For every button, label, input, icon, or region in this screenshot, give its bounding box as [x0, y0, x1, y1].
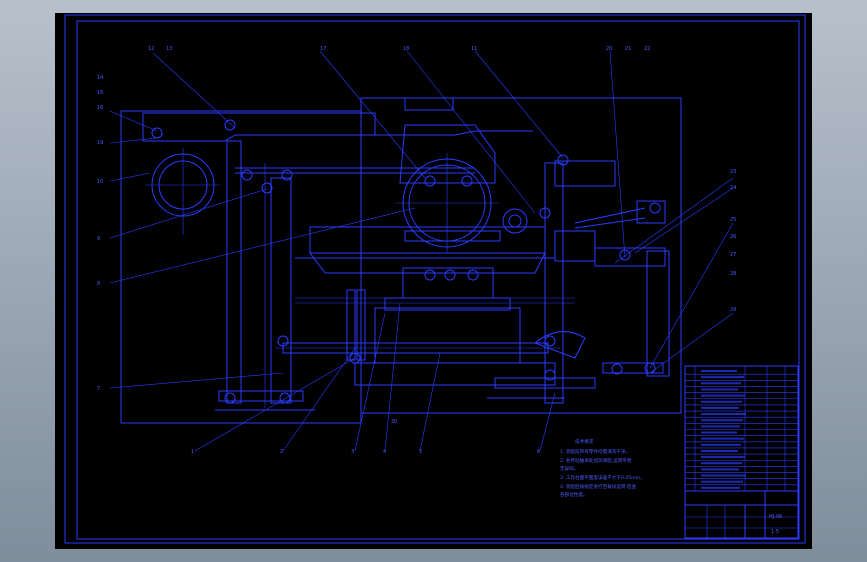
svg-text:18: 18 [403, 46, 409, 52]
parts-list-table: HJ-06 1:5 [684, 365, 799, 539]
svg-text:27: 27 [730, 252, 736, 258]
parts-row-text [701, 456, 745, 459]
parts-row-text [701, 406, 739, 409]
parts-row-text [701, 400, 742, 403]
svg-text:22: 22 [644, 46, 650, 52]
svg-text:30: 30 [391, 419, 397, 425]
parts-row-text [701, 449, 738, 452]
parts-row-text [701, 382, 741, 385]
parts-row-text [701, 480, 743, 483]
svg-text:19: 19 [97, 140, 103, 146]
svg-text:1: 1 [191, 449, 194, 455]
svg-text:28: 28 [730, 271, 736, 277]
svg-text:12: 12 [148, 46, 154, 52]
svg-text:4: 4 [383, 449, 386, 455]
drawing-number: HJ-06 [769, 514, 782, 520]
svg-text:10: 10 [97, 179, 103, 185]
svg-text:3. 工作台面平面度误差不大于0.05mm。: 3. 工作台面平面度误差不大于0.05mm。 [560, 474, 645, 481]
parts-row-text [701, 437, 744, 440]
svg-text:26: 26 [730, 234, 736, 240]
svg-text:8: 8 [97, 281, 100, 287]
outer-frame [64, 14, 806, 544]
svg-text:16: 16 [97, 105, 103, 111]
balloon-labels: 12 13 17 18 11 20 21 22 14 15 16 19 10 9… [97, 46, 736, 455]
svg-text:25: 25 [730, 217, 736, 223]
technical-notes: 技术要求 1. 装配前所有零件均需清洗干净。 2. 各传动轴承处加润滑脂,运转平… [560, 438, 645, 498]
parts-row-text [701, 370, 737, 372]
parts-row-text [701, 376, 744, 379]
assembly-drawing: 12 13 17 18 11 20 21 22 14 15 16 19 10 9… [64, 14, 806, 544]
parts-row-text [701, 462, 742, 465]
svg-text:29: 29 [730, 307, 736, 313]
parts-row-text [701, 413, 746, 416]
svg-text:23: 23 [730, 169, 736, 175]
svg-text:5: 5 [419, 449, 422, 455]
svg-text:7: 7 [97, 386, 100, 392]
svg-text:2: 2 [280, 449, 283, 455]
svg-text:1. 装配前所有零件均需清洗干净。: 1. 装配前所有零件均需清洗干净。 [560, 448, 630, 455]
svg-text:24: 24 [730, 185, 736, 191]
svg-text:无异响。: 无异响。 [560, 465, 578, 472]
parts-row-text [701, 486, 740, 489]
parts-row-text [701, 388, 738, 391]
svg-text:6: 6 [537, 449, 540, 455]
svg-text:11: 11 [471, 46, 477, 52]
parts-row-text [701, 425, 740, 428]
svg-text:15: 15 [97, 90, 103, 96]
svg-text:14: 14 [97, 75, 103, 81]
scale-label: 1:5 [771, 529, 779, 535]
parts-row-text [701, 419, 743, 422]
svg-text:21: 21 [625, 46, 631, 52]
parts-row-text [701, 474, 746, 477]
svg-text:3: 3 [351, 449, 354, 455]
svg-text:2. 各传动轴承处加润滑脂,运转平稳: 2. 各传动轴承处加润滑脂,运转平稳 [560, 457, 632, 464]
machine-frame [120, 97, 682, 424]
svg-text:13: 13 [166, 46, 172, 52]
parts-row-text [701, 468, 739, 471]
parts-row-text [701, 394, 745, 397]
parts-row-text [701, 443, 741, 446]
inner-frame [76, 20, 800, 540]
cad-drawing-viewport[interactable]: 12 13 17 18 11 20 21 22 14 15 16 19 10 9… [55, 13, 812, 549]
svg-text:20: 20 [606, 46, 612, 52]
notes-title: 技术要求 [575, 438, 594, 445]
svg-text:4. 装配后按规定进行空载试运转,检查: 4. 装配后按规定进行空载试运转,检查 [560, 483, 637, 490]
svg-text:17: 17 [320, 46, 326, 52]
svg-text:9: 9 [97, 236, 100, 242]
svg-text:各部位性能。: 各部位性能。 [560, 491, 588, 498]
parts-row-text [701, 431, 737, 434]
